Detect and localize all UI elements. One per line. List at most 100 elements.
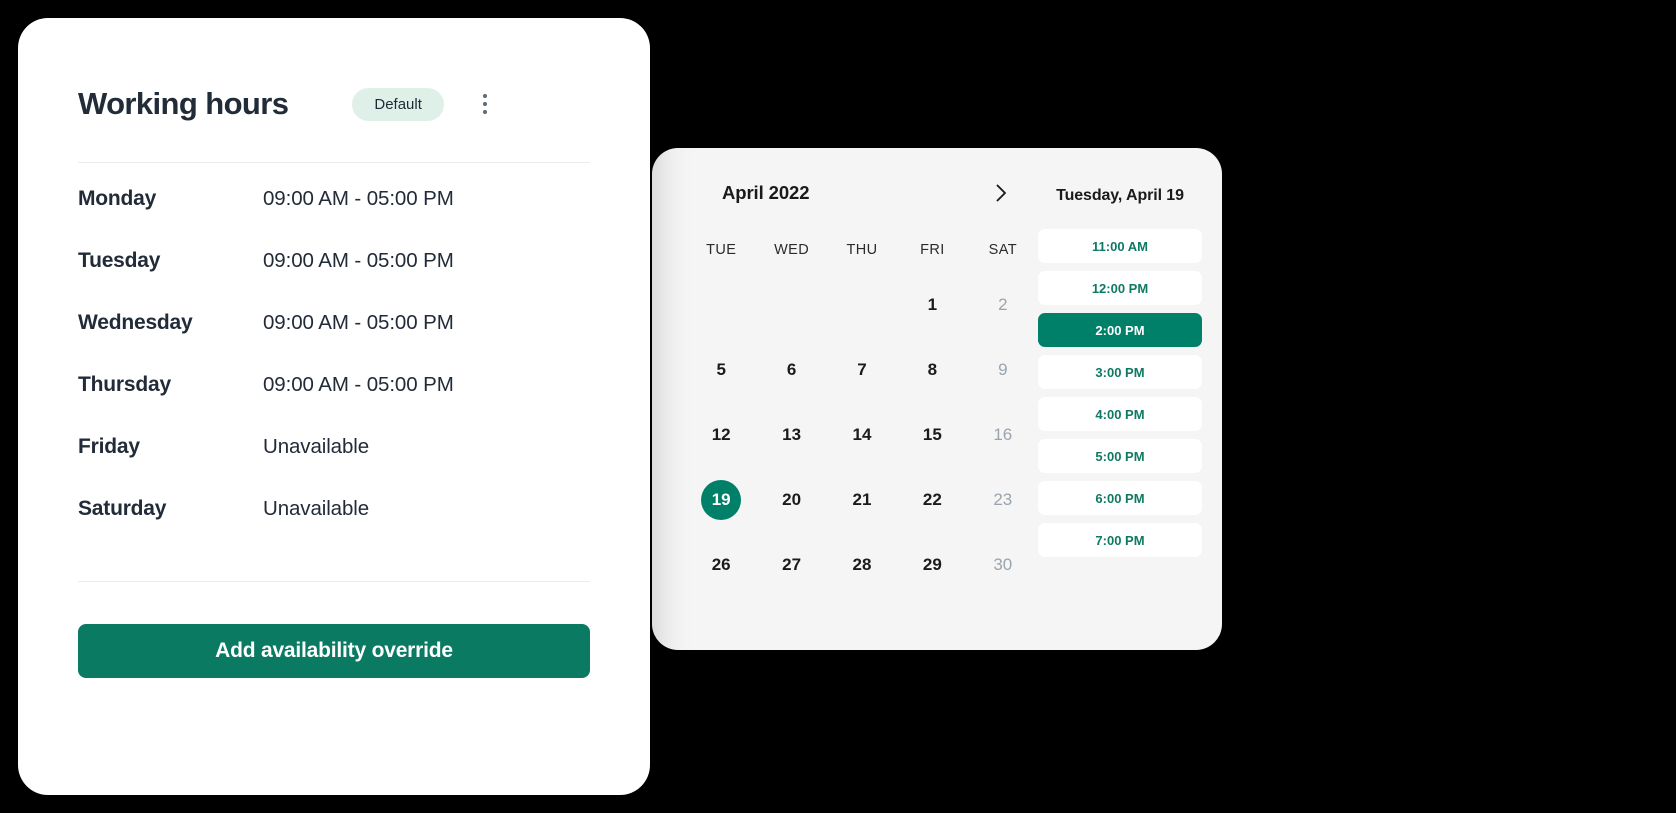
calendar-day-disabled: 23 <box>993 489 1013 509</box>
working-hours-row: Friday Unavailable <box>78 435 590 497</box>
calendar-day[interactable]: 22 <box>912 480 952 520</box>
calendar-day[interactable]: 27 <box>772 545 812 585</box>
time-slot[interactable]: 6:00 PM <box>1038 481 1202 515</box>
calendar-day-cell: 21 <box>827 467 897 532</box>
working-hours-day-label: Friday <box>78 435 140 458</box>
calendar-day[interactable]: 13 <box>772 415 812 455</box>
calendar-day-empty <box>842 285 882 325</box>
calendar-day-cell: 15 <box>897 402 967 467</box>
calendar-day[interactable]: 15 <box>912 415 952 455</box>
weekday-header: FRI <box>920 242 945 258</box>
time-slot-selected[interactable]: 2:00 PM <box>1038 313 1202 347</box>
working-hours-list: Monday 09:00 AM - 05:00 PM Tuesday 09:00 AM… <box>78 187 590 559</box>
time-slot[interactable]: 3:00 PM <box>1038 355 1202 389</box>
calendar-day[interactable]: 1 <box>912 285 952 325</box>
calendar-day-cell: 22 <box>897 467 967 532</box>
calendar-day-selected[interactable]: 19 <box>701 479 742 520</box>
calendar-day-cell: 8 <box>897 337 967 402</box>
calendar-day[interactable]: 20 <box>772 480 812 520</box>
chevron-right-icon[interactable] <box>988 180 1014 206</box>
calendar-day[interactable]: 5 <box>701 350 741 390</box>
calendar-day-empty <box>772 285 812 325</box>
calendar-day-cell: 29 <box>897 532 967 597</box>
calendar-day-cell: 13 <box>756 402 826 467</box>
calendar-day-cell <box>827 272 897 337</box>
calendar-day-disabled: 16 <box>993 424 1013 444</box>
calendar-day-disabled: 2 <box>998 294 1008 314</box>
working-hours-card: Working hours Default Monday 09:00 AM - 0… <box>18 18 650 795</box>
working-hours-row: Saturday Unavailable <box>78 497 590 559</box>
working-hours-row: Tuesday 09:00 AM - 05:00 PM <box>78 249 590 311</box>
calendar-day[interactable]: 28 <box>842 545 882 585</box>
calendar-day-cell: 9 <box>968 337 1038 402</box>
calendar-day[interactable]: 14 <box>842 415 882 455</box>
calendar-days-grid: 1 2 5 6 7 8 9 12 13 14 15 16 19 20 21 22 23 26 27 28 29 30 <box>686 272 1038 597</box>
time-slots-column: Tuesday, April 19 11:00 AM 12:00 PM 2:00 P… <box>1038 178 1202 597</box>
calendar-day-cell: 6 <box>756 337 826 402</box>
page-title: Working hours <box>78 86 289 121</box>
calendar-day-disabled: 30 <box>993 554 1013 574</box>
working-hours-row: Monday 09:00 AM - 05:00 PM <box>78 187 590 249</box>
calendar-day-cell <box>756 272 826 337</box>
time-slot[interactable]: 5:00 PM <box>1038 439 1202 473</box>
calendar-day[interactable]: 7 <box>842 350 882 390</box>
calendar-day-cell: 14 <box>827 402 897 467</box>
working-hours-day-label: Tuesday <box>78 249 161 272</box>
calendar-day[interactable]: 26 <box>701 545 741 585</box>
screenshot-stage: April 2022 TUE WED THU FRI SAT 1 2 5 6 7 8 9 12… <box>0 0 1676 813</box>
calendar-month-label: April 2022 <box>722 182 810 203</box>
booking-panel-inner: April 2022 TUE WED THU FRI SAT 1 2 5 6 7 8 9 12… <box>686 178 1202 597</box>
calendar-day-cell: 2 <box>968 272 1038 337</box>
calendar-day-cell: 5 <box>686 337 756 402</box>
time-slot-list: 11:00 AM 12:00 PM 2:00 PM 3:00 PM 4:00 PM 5:0… <box>1038 229 1202 557</box>
calendar-day-cell: 27 <box>756 532 826 597</box>
calendar-weekday-header-row: TUE WED THU FRI SAT <box>686 242 1038 258</box>
calendar-column: April 2022 TUE WED THU FRI SAT 1 2 5 6 7 8 9 12… <box>686 178 1038 597</box>
weekday-header: WED <box>774 242 810 258</box>
working-hours-day-label: Monday <box>78 187 157 210</box>
calendar-day-cell: 12 <box>686 402 756 467</box>
footer-divider <box>78 581 590 582</box>
working-hours-time-value: Unavailable <box>263 497 370 520</box>
calendar-day-cell: 23 <box>968 467 1038 532</box>
header-divider <box>78 162 590 163</box>
calendar-day-cell: 30 <box>968 532 1038 597</box>
calendar-day-empty <box>701 285 741 325</box>
working-hours-time-value: 09:00 AM - 05:00 PM <box>263 187 454 210</box>
calendar-header: April 2022 <box>686 178 1038 208</box>
working-hours-time-value: 09:00 AM - 05:00 PM <box>263 311 454 334</box>
status-badge[interactable]: Default <box>352 87 444 121</box>
add-availability-override-button[interactable]: Add availability override <box>78 624 590 678</box>
calendar-day[interactable]: 12 <box>701 415 741 455</box>
selected-date-label: Tuesday, April 19 <box>1056 187 1184 204</box>
time-slot[interactable]: 7:00 PM <box>1038 523 1202 557</box>
calendar-day-cell <box>686 272 756 337</box>
working-hours-header: Working hours Default <box>78 82 590 126</box>
working-hours-time-value: 09:00 AM - 05:00 PM <box>263 373 454 396</box>
calendar-day-cell: 26 <box>686 532 756 597</box>
working-hours-day-label: Wednesday <box>78 311 193 334</box>
kebab-menu-icon[interactable] <box>472 87 498 121</box>
calendar-day-cell: 28 <box>827 532 897 597</box>
calendar-day-cell: 7 <box>827 337 897 402</box>
time-slot[interactable]: 4:00 PM <box>1038 397 1202 431</box>
calendar-day[interactable]: 29 <box>912 545 952 585</box>
weekday-header: SAT <box>988 242 1017 258</box>
weekday-header: TUE <box>706 242 737 258</box>
calendar-day-cell: 19 <box>686 467 756 532</box>
working-hours-row: Thursday 09:00 AM - 05:00 PM <box>78 373 590 435</box>
calendar-day[interactable]: 6 <box>772 350 812 390</box>
calendar-day-cell: 20 <box>756 467 826 532</box>
calendar-day-disabled: 9 <box>998 359 1008 379</box>
calendar-day[interactable]: 8 <box>912 350 952 390</box>
calendar-day-cell: 16 <box>968 402 1038 467</box>
working-hours-time-value: Unavailable <box>263 435 370 458</box>
weekday-header: THU <box>846 242 878 258</box>
booking-panel: April 2022 TUE WED THU FRI SAT 1 2 5 6 7 8 9 12… <box>652 148 1222 650</box>
working-hours-row: Wednesday 09:00 AM - 05:00 PM <box>78 311 590 373</box>
calendar-day-cell: 1 <box>897 272 967 337</box>
working-hours-day-label: Saturday <box>78 497 167 520</box>
calendar-day[interactable]: 21 <box>842 480 882 520</box>
time-slot[interactable]: 12:00 PM <box>1038 271 1202 305</box>
time-slot[interactable]: 11:00 AM <box>1038 229 1202 263</box>
